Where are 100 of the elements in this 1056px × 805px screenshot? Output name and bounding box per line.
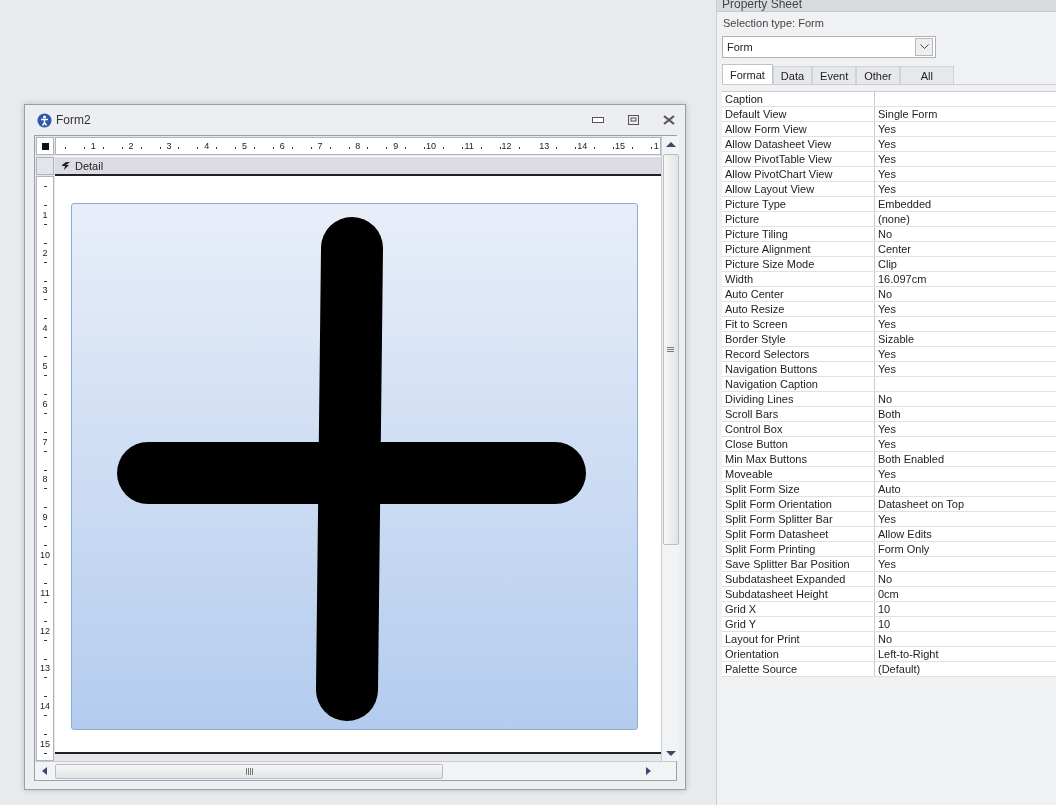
property-name: Picture Tiling [722, 227, 875, 241]
property-value[interactable]: Form Only [875, 542, 1056, 556]
ruler-number: 4 [203, 141, 211, 151]
property-name: Record Selectors [722, 347, 875, 361]
property-value[interactable]: Yes [875, 152, 1056, 166]
ruler-number: 5 [42, 361, 48, 371]
grip-icon [667, 347, 674, 352]
tab[interactable]: Event [812, 66, 857, 84]
property-value[interactable]: No [875, 287, 1056, 301]
property-value[interactable]: Yes [875, 122, 1056, 136]
tab[interactable]: Data [772, 66, 813, 84]
property-value[interactable]: No [875, 572, 1056, 586]
ruler-number: 3 [42, 285, 48, 296]
restore-icon[interactable] [628, 115, 639, 125]
ruler-number: 6 [42, 398, 48, 409]
scroll-thumb[interactable] [662, 154, 679, 545]
rectangle-control[interactable] [71, 203, 638, 730]
property-name: Split Form Datasheet [722, 527, 875, 541]
property-name: Picture Type [722, 197, 875, 211]
property-value[interactable]: Left-to-Right [875, 647, 1056, 661]
ruler-number: 2 [42, 247, 48, 258]
property-value[interactable]: Yes [875, 302, 1056, 316]
ruler-number: 10 [40, 549, 50, 560]
property-name: Border Style [722, 332, 875, 346]
object-dropdown[interactable]: Form [722, 36, 936, 58]
property-value[interactable]: Sizable [875, 332, 1056, 346]
property-value[interactable]: Yes [875, 512, 1056, 526]
property-value[interactable]: Center [875, 242, 1056, 256]
property-value[interactable]: Yes [875, 167, 1056, 181]
ruler-number: 13 [40, 663, 50, 674]
property-value[interactable]: Single Form [875, 107, 1056, 121]
property-value[interactable]: Yes [875, 137, 1056, 151]
property-value[interactable]: Yes [875, 362, 1056, 376]
property-name: Scroll Bars [722, 407, 875, 421]
property-value[interactable]: Auto [875, 482, 1056, 496]
close-icon[interactable] [663, 115, 675, 125]
minimize-icon[interactable] [592, 117, 604, 123]
property-value[interactable]: Yes [875, 422, 1056, 436]
property-name: Orientation [722, 647, 875, 661]
property-name: Save Splitter Bar Position [722, 557, 875, 571]
property-value[interactable]: No [875, 227, 1056, 241]
property-value[interactable]: (none) [875, 212, 1056, 226]
ruler-number: 4 [42, 323, 48, 334]
property-name: Split Form Splitter Bar [722, 512, 875, 526]
property-name: Allow Form View [722, 122, 875, 136]
property-value[interactable]: No [875, 392, 1056, 406]
property-value[interactable]: Yes [875, 557, 1056, 571]
property-name: Navigation Caption [722, 377, 875, 391]
ruler-number: 15 [40, 738, 50, 749]
ruler-number: 10 [424, 141, 437, 151]
property-value[interactable]: (Default) [875, 662, 1056, 676]
ruler-number: 1 [652, 141, 660, 151]
ruler-number: 9 [392, 141, 400, 151]
ruler-number: 14 [576, 141, 589, 151]
property-value[interactable]: No [875, 632, 1056, 646]
property-value[interactable]: Datasheet on Top [875, 497, 1056, 511]
property-name: Grid X [722, 602, 875, 616]
property-value[interactable]: Both Enabled [875, 452, 1056, 466]
ruler-number: 1 [42, 209, 48, 220]
ruler-number: 7 [42, 436, 48, 447]
property-value[interactable]: Both [875, 407, 1056, 421]
property-value[interactable]: Yes [875, 347, 1056, 361]
property-value[interactable]: Allow Edits [875, 527, 1056, 541]
horizontal-scrollbar[interactable] [35, 761, 676, 780]
property-value[interactable]: Embedded [875, 197, 1056, 211]
property-name: Width [722, 272, 875, 286]
ruler-number: 7 [316, 141, 324, 151]
property-value[interactable]: 16.097cm [875, 272, 1056, 286]
property-name: Allow Layout View [722, 182, 875, 196]
window-title: Form2 [56, 113, 91, 127]
property-value[interactable]: 0cm [875, 587, 1056, 601]
property-value[interactable]: 10 [875, 617, 1056, 631]
property-name: Subdatasheet Expanded [722, 572, 875, 586]
scroll-thumb[interactable] [55, 763, 443, 779]
property-name: Fit to Screen [722, 317, 875, 331]
property-name: Allow PivotChart View [722, 167, 875, 181]
property-value[interactable]: Yes [875, 437, 1056, 451]
property-name: Dividing Lines [722, 392, 875, 406]
property-value[interactable]: Yes [875, 467, 1056, 481]
pane-title: Property Sheet [722, 0, 803, 11]
vertical-scrollbar[interactable] [661, 136, 679, 761]
property-name: Picture [722, 212, 875, 226]
ruler-number: 8 [42, 474, 48, 485]
ruler-number: 11 [463, 141, 475, 151]
property-name: Layout for Print [722, 632, 875, 646]
section-bar[interactable]: Detail [55, 156, 661, 176]
property-value[interactable]: Yes [875, 182, 1056, 196]
tab[interactable]: Other [856, 66, 900, 84]
property-name: Split Form Orientation [722, 497, 875, 511]
property-name: Min Max Buttons [722, 452, 875, 466]
property-value[interactable]: 10 [875, 602, 1056, 616]
tab[interactable]: Format [722, 64, 773, 84]
app-icon [37, 112, 52, 128]
property-value[interactable]: Yes [875, 317, 1056, 331]
property-value[interactable]: Clip [875, 257, 1056, 271]
property-name: Picture Alignment [722, 242, 875, 256]
tab[interactable]: All [899, 66, 954, 84]
select-form-box[interactable] [36, 137, 54, 155]
property-name: Caption [722, 92, 875, 106]
property-name: Default View [722, 107, 875, 121]
